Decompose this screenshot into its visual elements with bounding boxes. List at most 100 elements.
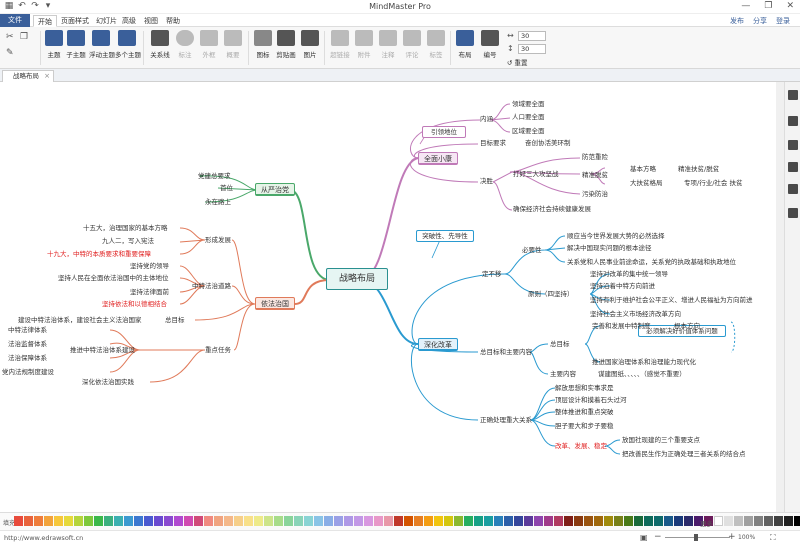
color-swatch[interactable] xyxy=(44,516,53,526)
topic-modernization[interactable]: 推进国家治理体系和治理能力现代化 xyxy=(592,358,696,367)
summary-button[interactable]: 概要 xyxy=(221,30,245,66)
color-swatch[interactable] xyxy=(354,516,363,526)
topic-improve-system[interactable]: 完善和发展中特制度 xyxy=(592,322,651,331)
topic-risk-prevention[interactable]: 防范重险 xyxy=(582,153,608,162)
tab-advanced[interactable]: 高级 xyxy=(118,15,140,27)
topic-goals-content[interactable]: 总目标和主要内容 xyxy=(480,348,532,357)
document-tab[interactable]: 战略布局 × xyxy=(2,70,54,82)
outline-panel-icon[interactable] xyxy=(788,162,798,172)
color-swatch[interactable] xyxy=(54,516,63,526)
format-painter-icon[interactable]: ✎ xyxy=(6,48,14,58)
tab-help[interactable]: 帮助 xyxy=(162,15,184,27)
color-swatch[interactable] xyxy=(524,516,533,526)
topic-goal-detail[interactable]: 奋创协活美环制 xyxy=(525,139,571,148)
topic-big-poverty-pattern[interactable]: 大扶贫格局 xyxy=(630,179,663,188)
color-swatch[interactable] xyxy=(434,516,443,526)
topic-party-future[interactable]: 关系党和人民事业前途命运，关系党的执政基础和执政地位 xyxy=(567,258,736,267)
color-swatch[interactable] xyxy=(504,516,513,526)
color-swatch[interactable] xyxy=(404,516,413,526)
floating-topic-button[interactable]: 浮动主题 xyxy=(89,30,115,66)
reset-button[interactable]: ↺ 重置 xyxy=(507,57,528,67)
callout-button[interactable]: 标注 xyxy=(173,30,197,66)
numbering-button[interactable]: 编号 xyxy=(478,30,502,66)
subtopic-button[interactable]: 子主题 xyxy=(64,30,88,66)
zoom-out-icon[interactable]: − xyxy=(654,532,662,542)
color-swatch[interactable] xyxy=(564,516,573,526)
topic-key-tasks[interactable]: 重点任务 xyxy=(205,346,231,355)
color-swatch[interactable] xyxy=(644,516,653,526)
topic-poverty-alleviation[interactable]: 精准脱贫 xyxy=(582,171,608,180)
color-swatch[interactable] xyxy=(14,516,23,526)
task-panel-icon[interactable] xyxy=(788,184,798,194)
topic-overall-advance[interactable]: 整体推进和重点突破 xyxy=(555,408,614,417)
color-swatch[interactable] xyxy=(684,516,693,526)
topic-region-all[interactable]: 区域要全面 xyxy=(512,127,545,136)
color-swatch[interactable] xyxy=(64,516,73,526)
color-swatch[interactable] xyxy=(614,516,623,526)
fullscreen-icon[interactable]: ⛶ xyxy=(770,533,776,543)
color-swatch[interactable] xyxy=(674,516,683,526)
color-swatch[interactable] xyxy=(664,516,673,526)
boundary-button[interactable]: 外框 xyxy=(197,30,221,66)
color-swatch[interactable] xyxy=(474,516,483,526)
topic-basic-strategy[interactable]: 基本方略 xyxy=(630,165,656,174)
topic-equality-before-law[interactable]: 坚持法律面前 xyxy=(130,288,169,297)
topic-law-and-virtue[interactable]: 坚持依法和以德相结合 xyxy=(102,300,167,309)
color-swatch[interactable] xyxy=(574,516,583,526)
color-swatch[interactable] xyxy=(444,516,453,526)
color-swatch[interactable] xyxy=(744,516,753,526)
close-tab-icon[interactable]: × xyxy=(44,71,50,82)
main-topic-yifa[interactable]: 依法治国 xyxy=(255,297,295,310)
topic-build-system[interactable]: 建设中特法治体系，建设社会主义法治国家 xyxy=(18,316,142,325)
topic-juesheng[interactable]: 决胜 xyxy=(480,177,493,186)
color-swatch[interactable] xyxy=(274,516,283,526)
color-swatch[interactable] xyxy=(24,516,33,526)
color-swatch[interactable] xyxy=(604,516,613,526)
tab-home[interactable]: 开始 xyxy=(33,15,57,27)
color-swatch[interactable] xyxy=(204,516,213,526)
color-swatch[interactable] xyxy=(654,516,663,526)
color-swatch[interactable] xyxy=(724,516,733,526)
topic-people-subject[interactable]: 坚持人民在全面依法治国中的主体地位 xyxy=(58,274,169,283)
topic-emancipate-mind[interactable]: 解放思想和实事求是 xyxy=(555,384,614,393)
topic-pollution-control[interactable]: 污染防治 xyxy=(582,190,608,199)
multiple-topics-button[interactable]: 多个主题 xyxy=(115,30,141,66)
color-swatch[interactable] xyxy=(164,516,173,526)
note-button[interactable]: 注释 xyxy=(376,30,400,66)
callout-leading-position[interactable]: 引领地位 xyxy=(422,126,466,138)
topic-guarantee-system[interactable]: 法治保障体系 xyxy=(8,354,47,363)
color-swatch[interactable] xyxy=(364,516,373,526)
topic-domain-all[interactable]: 领域要全面 xyxy=(512,100,545,109)
layout-button[interactable]: 布局 xyxy=(453,30,477,66)
color-swatch[interactable] xyxy=(714,516,723,526)
color-swatch[interactable] xyxy=(314,516,323,526)
color-swatch[interactable] xyxy=(74,516,83,526)
close-button[interactable]: ✕ xyxy=(786,1,794,11)
color-swatch[interactable] xyxy=(244,516,253,526)
format-panel-icon[interactable] xyxy=(788,90,798,100)
color-swatch[interactable] xyxy=(184,516,193,526)
color-swatch[interactable] xyxy=(594,516,603,526)
tab-view[interactable]: 视图 xyxy=(140,15,162,27)
color-swatch[interactable] xyxy=(624,516,633,526)
main-topic-shenhua[interactable]: 深化改革 xyxy=(418,338,458,351)
zoom-in-icon[interactable]: + xyxy=(728,532,736,542)
copy-icon[interactable]: ❐ xyxy=(20,32,28,42)
topic-shenhua-goal[interactable]: 总目标 xyxy=(550,340,570,349)
clipart-button[interactable]: 剪贴画 xyxy=(274,30,298,66)
topic-19th-congress[interactable]: 十九大，中特的本质要求和重要保障 xyxy=(47,250,151,259)
picture-button[interactable]: 图片 xyxy=(298,30,322,66)
topic-market-economy[interactable]: 坚持社会主义市场经济改革方向 xyxy=(590,310,681,319)
topic-first-place[interactable]: 首位 xyxy=(220,184,233,193)
topic-three-battles[interactable]: 打好三大攻坚战 xyxy=(513,170,559,179)
more-colors-button[interactable]: 更多 xyxy=(700,518,713,528)
color-swatch[interactable] xyxy=(334,516,343,526)
tab-file[interactable]: 文件 xyxy=(0,14,30,27)
zoom-slider-handle[interactable] xyxy=(694,534,698,541)
topic-main-content[interactable]: 主要内容 xyxy=(550,370,576,379)
topic-world-trend[interactable]: 顺应当今世界发展大势的必然选择 xyxy=(567,232,665,241)
mindmap-canvas[interactable]: 战略布局 全面小康 从严治党 依法治国 深化改革 引领地位 突破性、先导性 必须… xyxy=(0,82,775,512)
website-link[interactable]: http://www.edrawsoft.cn xyxy=(4,534,83,542)
topic-constitution[interactable]: 九人二，写入宪法 xyxy=(102,237,154,246)
fit-page-icon[interactable]: ▣ xyxy=(640,533,648,542)
